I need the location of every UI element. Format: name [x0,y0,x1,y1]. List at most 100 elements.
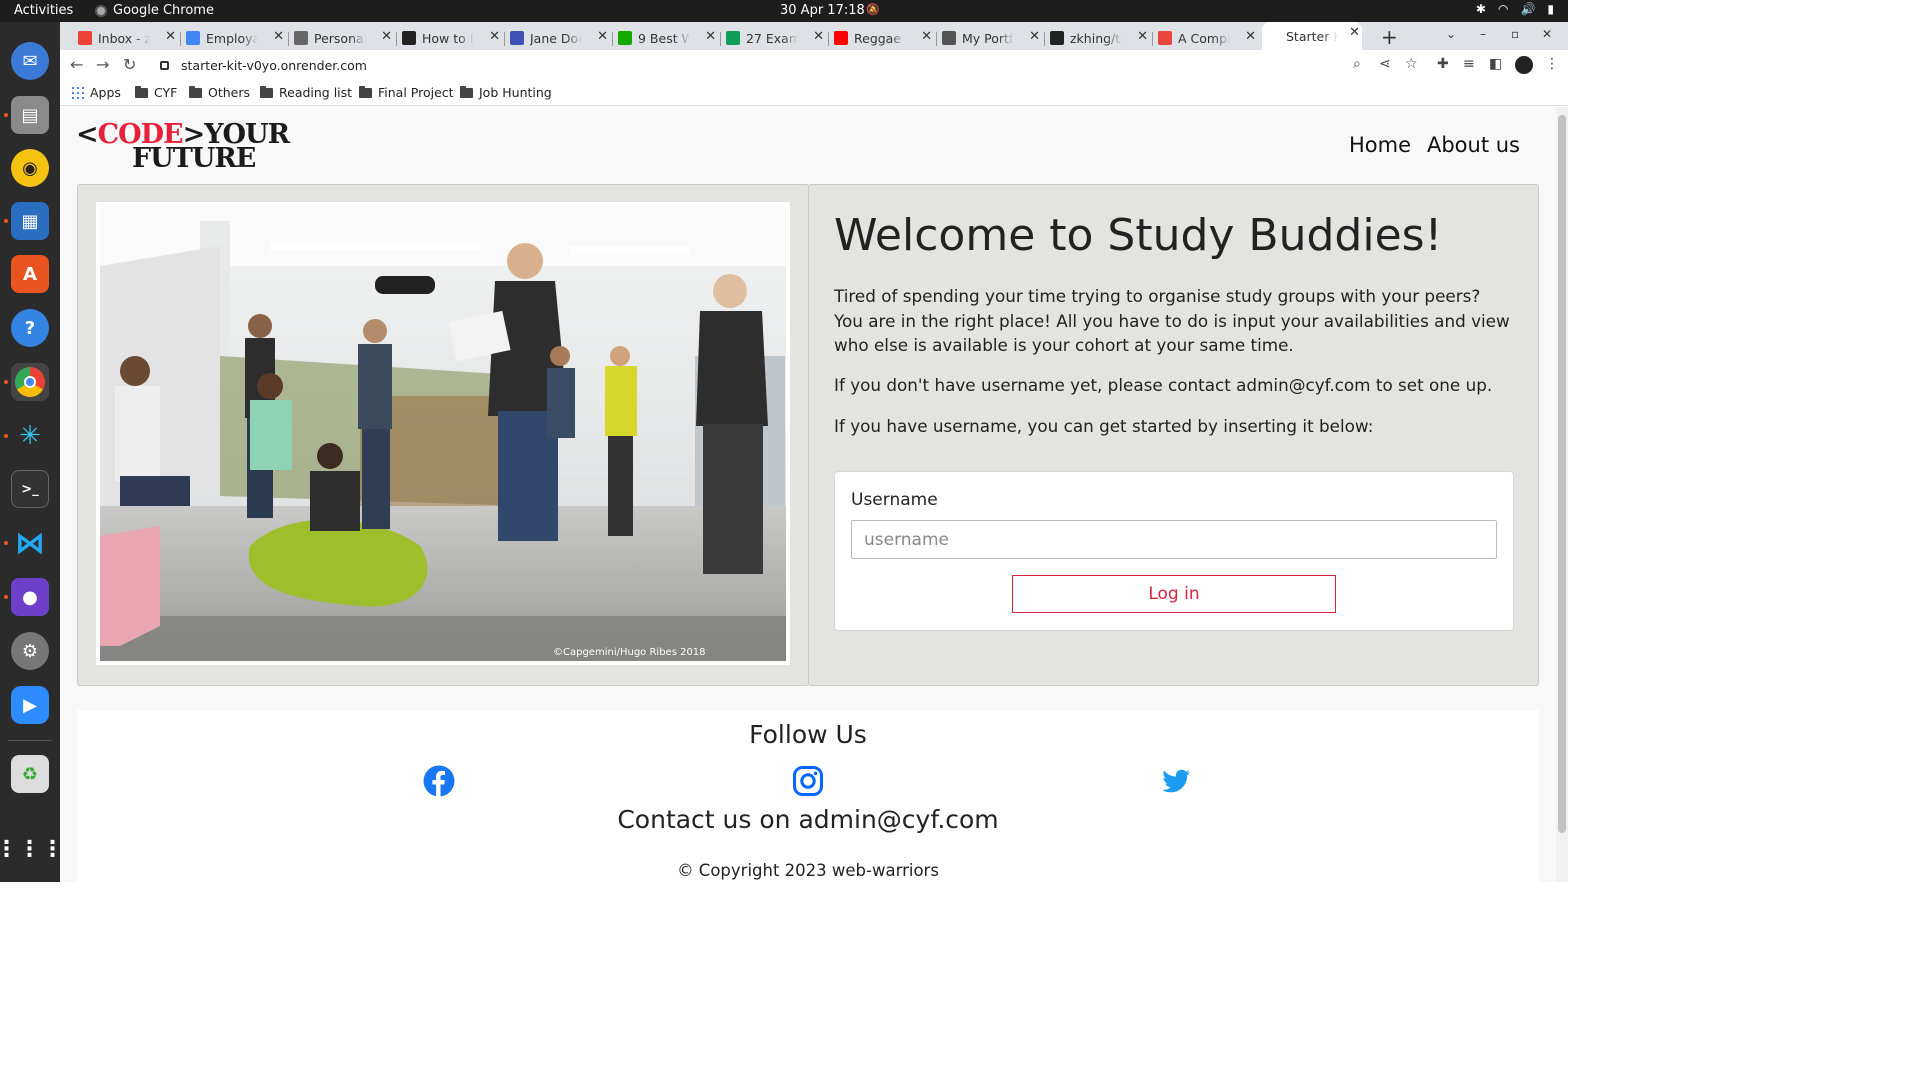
minimize-button[interactable]: – [1480,27,1486,41]
app-name: Google Chrome [113,3,214,18]
main-nav: Home About us [1349,133,1520,157]
browser-tab[interactable]: zkhing/tin ✕ [1046,26,1150,50]
browser-tab[interactable]: Starter Ki ✕ [1262,22,1362,50]
close-tab-icon[interactable]: ✕ [1349,25,1360,40]
forward-icon[interactable]: → [96,55,109,74]
browser-tab[interactable]: Inbox - za ✕ [74,26,178,50]
extensions-icon[interactable]: ✚ [1437,56,1449,72]
close-tab-icon[interactable]: ✕ [921,29,932,44]
rhythmbox-icon[interactable]: ◉ [11,149,49,187]
address-bar[interactable]: starter-kit-v0yo.onrender.com [152,52,1372,78]
scrollbar-thumb[interactable] [1558,115,1566,833]
trash-icon[interactable]: ♻ [11,755,49,793]
vscode-icon[interactable]: ⋈ [11,524,49,562]
browser-tab[interactable]: How to Bu ✕ [398,26,502,50]
tab-title: Personal [314,30,366,46]
app-menu[interactable]: Google Chrome [95,3,214,18]
github-desktop-icon[interactable]: ● [11,578,49,616]
group-photo: ©Capgemini/Hugo Ribes 2018 [96,202,790,665]
tab-title: How to Bu [422,30,474,46]
bookmark-apps[interactable]: Apps [72,85,121,100]
twitter-icon[interactable] [1160,765,1192,797]
instagram-icon[interactable] [792,765,824,797]
copyright-text: © Copyright 2023 web-warriors [677,861,939,880]
settings-icon[interactable]: ⚙ [11,632,49,670]
bookmark-star-icon[interactable]: ☆ [1405,56,1418,72]
close-window-button[interactable]: ✕ [1542,27,1552,41]
bookmark-final-project[interactable]: Final Project [359,85,454,100]
close-tab-icon[interactable]: ✕ [1137,29,1148,44]
chrome-menu-icon[interactable]: ⋮ [1545,56,1559,72]
tab-separator [396,32,397,46]
clock[interactable]: 30 Apr 17:18 [780,3,865,18]
close-tab-icon[interactable]: ✕ [705,29,716,44]
folder-icon [189,85,202,98]
running-indicator [4,219,8,223]
system-tray[interactable]: ✱ ◠ 🔊 ▮ [1476,2,1554,16]
writer-icon[interactable]: ▦ [11,202,49,240]
close-tab-icon[interactable]: ✕ [1029,29,1040,44]
new-tab-button[interactable]: + [1381,25,1398,49]
bookmark-cyf[interactable]: CYF [135,85,177,100]
nav-about-link[interactable]: About us [1427,133,1520,157]
close-tab-icon[interactable]: ✕ [165,29,176,44]
reload-icon[interactable]: ↻ [123,55,136,74]
show-apps-icon[interactable]: ⋮⋮⋮ [0,830,64,868]
close-tab-icon[interactable]: ✕ [381,29,392,44]
bookmark-others[interactable]: Others [189,85,250,100]
software-center-icon[interactable]: A [11,255,49,293]
zoom-icon[interactable]: ▶ [11,686,49,724]
bookmark-reading-list[interactable]: Reading list [260,85,352,100]
files-icon[interactable]: ▤ [11,96,49,134]
page-title: Welcome to Study Buddies! [834,210,1443,261]
help-icon[interactable]: ? [11,309,49,347]
browser-tab[interactable]: My Portfo ✕ [938,26,1042,50]
tab-separator [612,32,613,46]
browser-tab[interactable]: Jane Doe ✕ [506,26,610,50]
tab-separator [288,32,289,46]
tab-strip: Inbox - za✕Employab✕Personal✕How to Bu✕J… [60,22,1568,50]
close-tab-icon[interactable]: ✕ [489,29,500,44]
browser-tab[interactable]: 27 Examp ✕ [722,26,826,50]
page-icon [294,31,308,45]
intro-text: Tired of spending your time trying to or… [834,284,1524,358]
browser-tab[interactable]: Personal ✕ [290,26,394,50]
close-tab-icon[interactable]: ✕ [1245,29,1256,44]
close-tab-icon[interactable]: ✕ [813,29,824,44]
terminal-icon[interactable]: >_ [11,470,49,508]
close-tab-icon[interactable]: ✕ [273,29,284,44]
chrome-dock-icon[interactable] [11,363,49,401]
thunderbird-icon[interactable]: ✉ [11,42,49,80]
ai-icon [402,31,416,45]
tab-title: Jane Doe [530,30,582,46]
facebook-icon[interactable] [423,765,455,797]
cyf-logo[interactable]: <CODE>YOUR FUTURE [76,121,290,172]
tab-search-icon[interactable]: ⌄ [1446,27,1456,41]
username-input[interactable] [851,520,1497,559]
apps-grid-icon [72,86,84,99]
zoom-icon[interactable]: ⌕ [1353,56,1361,72]
maximize-button[interactable]: ▫ [1511,27,1519,41]
side-panel-icon[interactable]: ◧ [1489,56,1502,72]
slack-icon[interactable]: ✳ [11,417,49,455]
page-scrollbar[interactable] [1556,107,1568,882]
bookmark-label: Final Project [378,85,454,100]
browser-tab[interactable]: Reggae Cr ✕ [830,26,934,50]
reading-list-icon[interactable]: ≡ [1463,56,1475,72]
profile-avatar[interactable] [1515,56,1533,74]
activities-button[interactable]: Activities [14,3,73,18]
nav-home-link[interactable]: Home [1349,133,1411,157]
close-tab-icon[interactable]: ✕ [597,29,608,44]
github-icon [1050,31,1064,45]
login-button[interactable]: Log in [1012,575,1336,613]
tab-title: Inbox - za [98,30,150,46]
browser-tab[interactable]: A Complet ✕ [1154,26,1258,50]
browser-tab[interactable]: Employab ✕ [182,26,286,50]
bookmark-job-hunting[interactable]: Job Hunting [460,85,552,100]
tab-separator [936,32,937,46]
wifi-icon: ◠ [1497,2,1509,16]
share-icon[interactable]: ⋖ [1379,56,1391,72]
tab-title: zkhing/tin [1070,30,1122,46]
browser-tab[interactable]: 9 Best We ✕ [614,26,718,50]
back-icon[interactable]: ← [70,55,83,74]
